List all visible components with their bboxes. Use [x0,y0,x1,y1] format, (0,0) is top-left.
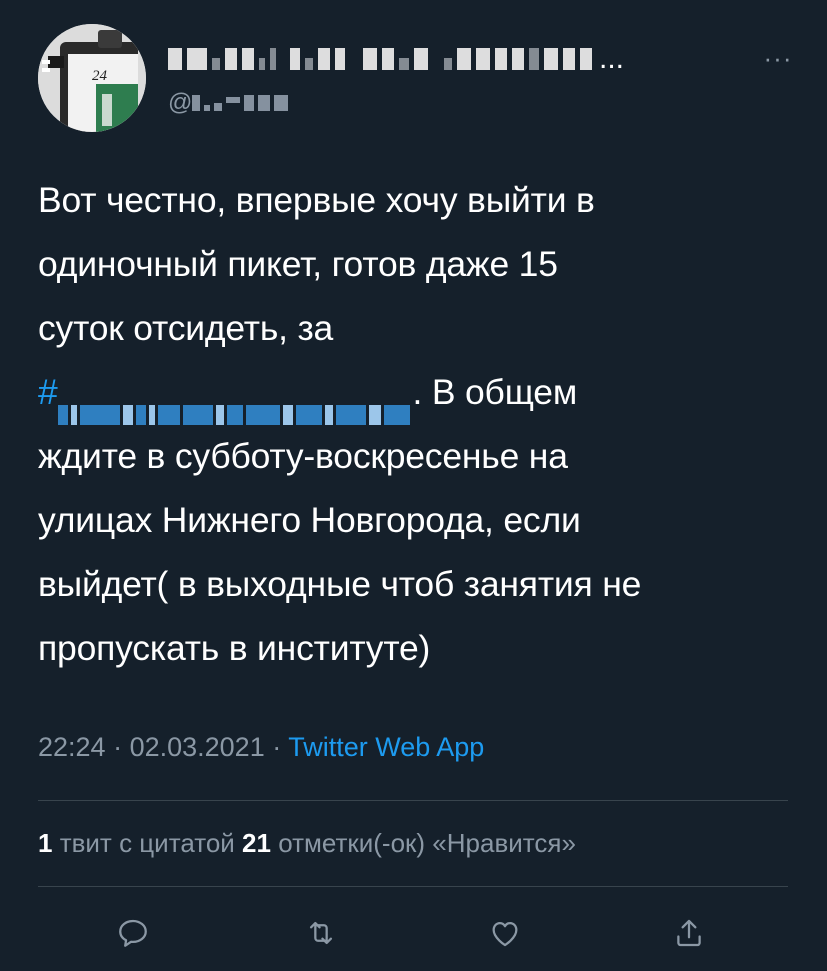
likes-label: отметки(-ок) «Нравится» [270,828,576,858]
like-button[interactable] [480,908,530,958]
quote-tweets-stat[interactable]: 1 твит с цитатой [38,828,242,858]
tweet-header: 24 ... ··· @ [38,14,798,132]
quote-count: 1 [38,828,53,858]
likes-stat[interactable]: 21 отметки(-ок) «Нравится» [242,828,576,858]
meta-separator: · [264,732,289,762]
retweet-icon [309,921,333,945]
tweet-text-line: одиночный пикет, готов даже 15 [38,244,558,284]
tweet-source-link[interactable]: Twitter Web App [288,732,484,762]
reply-button[interactable] [108,908,158,958]
likes-count: 21 [242,828,271,858]
avatar[interactable]: 24 [38,24,146,132]
display-name-ellipsis: ... [599,42,625,75]
tweet-text-after-hashtag: . В общем [412,372,578,412]
tweet-text-line: выйдет( в выходные чтоб занятия не [38,564,642,604]
quote-label: твит с цитатой [52,828,243,858]
share-button[interactable] [664,908,714,958]
tweet-stats: 1 твит с цитатой 21 отметки(-ок) «Нравит… [38,828,576,859]
tweet-text-line: ждите в субботу-воскресенье на [38,436,568,476]
display-name[interactable]: ... [168,44,768,74]
reply-icon [119,919,147,947]
tweet-text-line: суток отсидеть, за [38,308,334,348]
film-canister-image: 24 [38,24,146,132]
retweet-button[interactable] [296,908,346,958]
divider [38,886,788,887]
tweet-text-line: улицах Нижнего Новгорода, если [38,500,581,540]
tweet-actions [0,908,827,958]
meta-separator: · [105,732,130,762]
tweet-text: Вот честно, впервые хочу выйти в одиночн… [38,168,798,680]
like-icon [492,921,518,947]
share-icon [677,919,701,947]
tweet-meta: 22:24 · 02.03.2021 · Twitter Web App [38,732,484,763]
tweet-time[interactable]: 22:24 [38,732,106,762]
tweet-text-line: # . В общем [38,360,798,426]
hashtag-prefix: # [38,372,58,412]
more-options-icon[interactable]: ··· [758,43,798,73]
hashtag-link[interactable]: # [38,372,413,426]
hashtag-redacted [57,381,413,426]
tweet-text-line: пропускать в институте) [38,628,431,668]
avatar-text: 24 [92,68,108,84]
divider [38,800,788,801]
tweet-text-line: Вот честно, впервые хочу выйти в [38,180,595,220]
tweet-date[interactable]: 02.03.2021 [130,732,265,762]
handle-at-sign: @ [168,89,193,116]
user-handle[interactable]: @ [168,89,292,116]
